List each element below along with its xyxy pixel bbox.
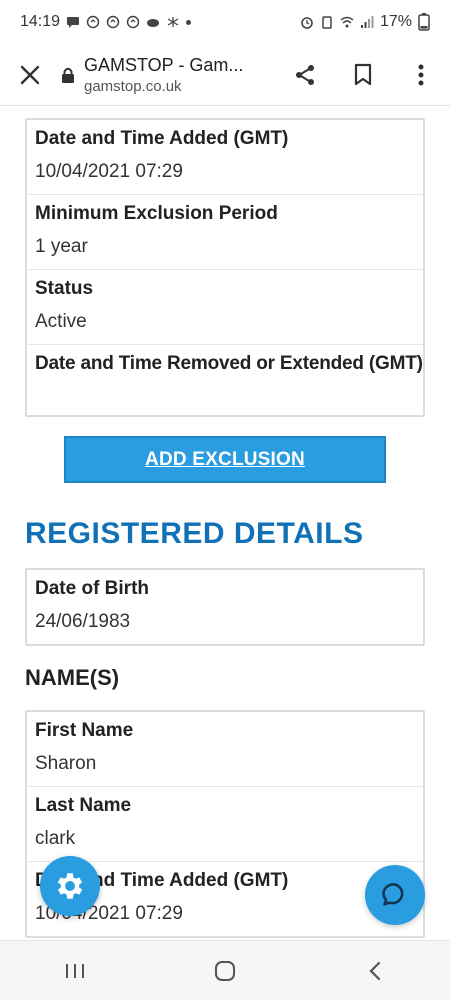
sync-icon [86,15,100,29]
signal-icon [360,16,374,28]
alarm-icon [301,17,313,29]
status-right: 17% [300,13,430,31]
field-value: 24/06/1983 [35,611,131,632]
field-value: Sharon [35,753,97,774]
url-bar[interactable]: GAMSTOP - Gam... gamstop.co.uk [78,55,276,95]
lock-icon [62,67,74,83]
wifi-icon [340,16,354,28]
cloud-icon [147,19,160,27]
settings-button[interactable] [40,856,100,916]
more-vert-icon [418,64,424,85]
message-icon [67,17,80,28]
bookmark-icon [354,63,372,85]
chat-button[interactable] [365,865,425,925]
field-label: Date of Birth [35,578,149,599]
bookmark-button[interactable] [334,44,392,106]
dob-card: Date of Birth 24/06/1983 [25,568,425,646]
status-left: 14:19 [20,13,192,31]
field-value: 10/04/2021 07:29 [35,161,183,182]
exclusion-card: Date and Time Added (GMT) 10/04/2021 07:… [25,118,425,417]
page-content: Date and Time Added (GMT) 10/04/2021 07:… [0,107,450,940]
close-icon [20,65,40,84]
home-button[interactable] [180,941,270,1000]
field-value: clark [35,828,76,849]
names-title: NAME(S) [25,665,120,690]
field-label: Last Name [35,795,132,816]
exclusion-row-status: Status Active [27,270,423,345]
status-bar: 14:19 17% [0,0,450,44]
back-button[interactable] [330,941,420,1000]
add-exclusion-button[interactable]: ADD EXCLUSION [64,436,386,483]
status-time: 14:19 [20,13,61,30]
home-icon [215,960,235,981]
name-row-last: Last Name clark [27,787,423,862]
exclusion-row-removed: Date and Time Removed or Extended (GMT) [27,345,423,415]
battery-icon [418,13,430,31]
grid-icon [167,17,179,27]
lock-indicator[interactable] [60,44,78,106]
back-icon [369,961,381,980]
battery-level: 17% [379,13,412,30]
menu-button[interactable] [392,44,450,106]
field-value: 1 year [35,236,88,257]
page-title: GAMSTOP - Gam... [84,54,244,75]
notification-dot [186,19,192,25]
name-row-first: First Name Sharon [27,712,423,787]
recent-apps-button[interactable] [30,941,120,1000]
field-label: Status [35,278,94,299]
dob-row: Date of Birth 24/06/1983 [27,570,423,644]
system-nav-bar [0,940,450,1000]
field-label: Date and Time Added (GMT) [35,128,289,149]
browser-toolbar: GAMSTOP - Gam... gamstop.co.uk [0,44,450,106]
chat-icon [382,883,404,906]
registered-details-title: REGISTERED DETAILS [25,517,364,550]
share-button[interactable] [276,44,334,106]
share-icon [296,64,314,85]
field-label: Date and Time Removed or Extended (GMT) [35,353,423,374]
field-value [27,377,423,415]
add-exclusion-label: ADD EXCLUSION [145,448,305,470]
battery-saver-icon [322,16,332,29]
sync-icon [126,15,140,29]
exclusion-row-period: Minimum Exclusion Period 1 year [27,195,423,270]
field-value: Active [35,311,87,332]
field-label: Minimum Exclusion Period [35,203,278,224]
sync-icon [106,15,120,29]
exclusion-row-added: Date and Time Added (GMT) 10/04/2021 07:… [27,120,423,195]
gear-icon [57,873,83,899]
close-tab-button[interactable] [0,44,60,106]
field-label: First Name [35,720,134,741]
recent-apps-icon [66,963,84,978]
page-domain: gamstop.co.uk [84,77,182,95]
